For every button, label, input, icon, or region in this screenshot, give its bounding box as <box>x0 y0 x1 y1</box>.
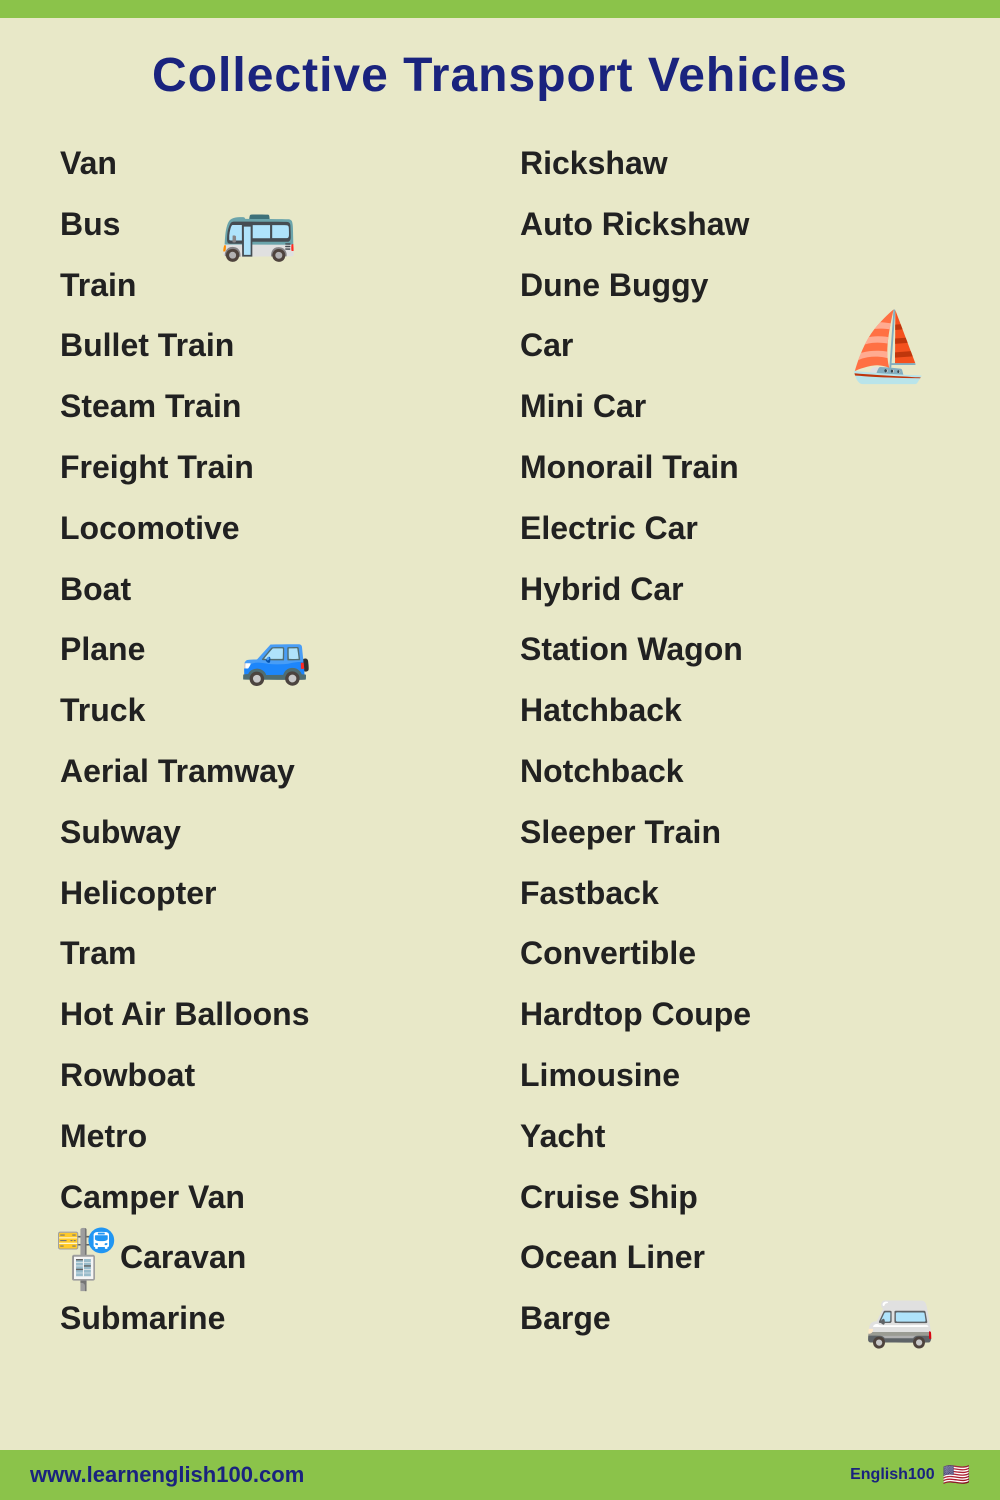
list-item: Hybrid Car <box>520 559 940 620</box>
footer-brand: English100 🇺🇸 <box>850 1462 970 1488</box>
left-column: Van Bus 🚌 Train Bullet Train Steam Train <box>40 133 500 1349</box>
camper-van-icon: 🚐 <box>865 1279 935 1357</box>
page-header: Collective Transport Vehicles <box>0 18 1000 123</box>
list-item: Rowboat <box>60 1045 480 1106</box>
list-item: Rickshaw <box>520 133 940 194</box>
list-item: Locomotive <box>60 498 480 559</box>
list-item: Station Wagon <box>520 619 940 680</box>
list-item: Car ⛵ <box>520 315 940 376</box>
list-item: Truck <box>60 680 480 741</box>
top-bar <box>0 0 1000 18</box>
brand-label: English100 <box>850 1466 934 1484</box>
list-item: Convertible <box>520 923 940 984</box>
list-item: Helicopter <box>60 863 480 924</box>
list-item: Bullet Train <box>60 315 480 376</box>
right-column: Rickshaw Auto Rickshaw Dune Buggy Car ⛵ … <box>500 133 960 1349</box>
list-item: Subway <box>60 802 480 863</box>
list-item: Hatchback <box>520 680 940 741</box>
list-item: Submarine <box>60 1288 480 1349</box>
page-title: Collective Transport Vehicles <box>20 48 980 103</box>
list-item: Boat <box>60 559 480 620</box>
list-item: Hot Air Balloons <box>60 984 480 1045</box>
list-item: Freight Train <box>60 437 480 498</box>
columns-container: Van Bus 🚌 Train Bullet Train Steam Train <box>40 133 960 1349</box>
list-item: Monorail Train <box>520 437 940 498</box>
flag-icon: 🇺🇸 <box>943 1462 970 1488</box>
list-item: Yacht <box>520 1106 940 1167</box>
footer: www.learnenglish100.com English100 🇺🇸 <box>0 1450 1000 1500</box>
footer-url: www.learnenglish100.com <box>30 1462 304 1488</box>
main-content: Van Bus 🚌 Train Bullet Train Steam Train <box>0 123 1000 1450</box>
list-item: Train <box>60 255 480 316</box>
list-item: Bus 🚌 <box>60 194 480 255</box>
list-item: Plane 🚙 <box>60 619 480 680</box>
list-item: Tram <box>60 923 480 984</box>
list-item: Aerial Tramway <box>60 741 480 802</box>
list-item: Sleeper Train <box>520 802 940 863</box>
list-item: Electric Car <box>520 498 940 559</box>
list-item: 🚏 Caravan <box>60 1227 480 1288</box>
list-item: Van <box>60 133 480 194</box>
list-item: Metro <box>60 1106 480 1167</box>
list-item: Limousine <box>520 1045 940 1106</box>
list-item: Auto Rickshaw <box>520 194 940 255</box>
list-item: Fastback <box>520 863 940 924</box>
list-item: Steam Train <box>60 376 480 437</box>
list-item: Camper Van <box>60 1167 480 1228</box>
list-item: Notchback <box>520 741 940 802</box>
list-item: Mini Car <box>520 376 940 437</box>
list-item: Cruise Ship <box>520 1167 940 1228</box>
list-item: Hardtop Coupe <box>520 984 940 1045</box>
list-item: Barge 🚐 <box>520 1288 940 1349</box>
